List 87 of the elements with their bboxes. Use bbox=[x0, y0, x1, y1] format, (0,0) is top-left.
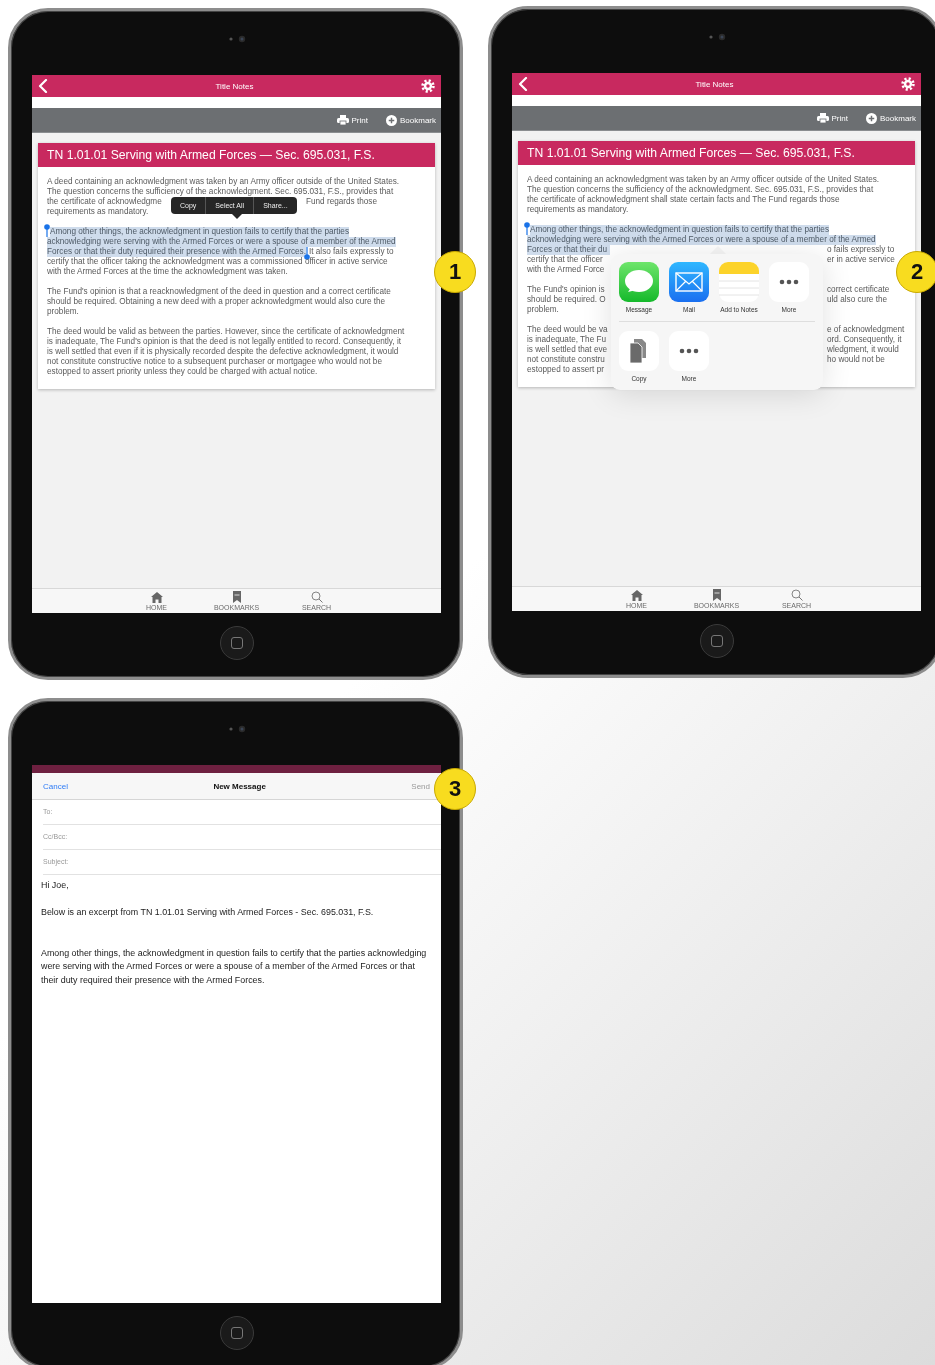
paragraph-text: The Fund's opinion is that a reacknowledgment of the deed in question and a correct certificate bbox=[47, 287, 391, 297]
search-icon bbox=[310, 591, 323, 603]
paragraph-text: estopped to assert priority unless they could be charged with actual notice. bbox=[47, 367, 318, 377]
paragraph-text: with the Armed Force bbox=[527, 265, 605, 275]
paragraph-text: Fund regards those bbox=[306, 197, 377, 207]
paragraph-text: is well settled that even if it is physically recorded despite the defective acknowledgment, it would bbox=[47, 347, 399, 357]
paragraph-text: It also fails expressly to bbox=[308, 247, 394, 257]
step-badge: 3 bbox=[434, 768, 476, 810]
paragraph-text: should be required. O bbox=[527, 295, 607, 305]
paragraph-text: ho would not be bbox=[827, 355, 885, 365]
cancel-button[interactable]: Cancel bbox=[43, 781, 68, 791]
home-icon bbox=[150, 591, 163, 603]
paragraph-text: is inadequate, The Fu bbox=[527, 335, 608, 345]
envelope-icon bbox=[669, 262, 709, 302]
camera-icon bbox=[227, 35, 246, 43]
paragraph-text: wledgment, it would bbox=[827, 345, 899, 355]
ellipsis-icon bbox=[769, 262, 809, 302]
back-icon[interactable] bbox=[38, 79, 48, 93]
bookmark-button[interactable]: Bookmark bbox=[865, 112, 917, 124]
selection-handle[interactable] bbox=[524, 222, 530, 235]
home-button[interactable] bbox=[219, 1316, 254, 1350]
selection-handle[interactable] bbox=[44, 224, 50, 237]
paragraph-text: problem. bbox=[527, 305, 559, 315]
selected-text: acknowledging were serving with the Armed Forces or were a spouse of a member of the Armed bbox=[527, 235, 876, 245]
paragraph-text: the certificate of acknowledgment shall state certain facts and The Fund regards those bbox=[527, 195, 840, 205]
paragraph-text: not constitute constru bbox=[527, 355, 606, 365]
printer-icon bbox=[816, 113, 829, 123]
paragraph-text: certify that the officer taking the acknowledgment was a commissioned officer in active service bbox=[47, 257, 388, 267]
paragraph-text: not constitute constructive notice to a subsequent purchaser or mortgagee who would not be bbox=[47, 357, 382, 367]
paragraph-text: The deed would be valid as between the parties. However, since the certificate of acknowledgment bbox=[47, 327, 405, 337]
card-title: TN 1.01.01 Serving with Armed Forces — Sec. 695.031, F.S. bbox=[38, 143, 435, 167]
selected-text: Forces or that their du bbox=[527, 245, 610, 255]
paragraph-text: er in active service bbox=[827, 255, 895, 265]
paragraph-text: certify that the officer bbox=[527, 255, 604, 265]
bookmark-icon bbox=[232, 591, 241, 603]
home-button[interactable] bbox=[219, 626, 254, 660]
sheet-title: New Message bbox=[213, 781, 266, 791]
paragraph-text: requirements as mandatory. bbox=[47, 207, 149, 217]
selected-text: Among other things, the acknowledgment in question fails to certify that the parties bbox=[50, 227, 349, 237]
ellipsis-icon bbox=[669, 331, 709, 371]
home-button[interactable] bbox=[699, 624, 734, 658]
paragraph-text: with the Armed Forces at the time the acknowledgment was taken. bbox=[47, 267, 288, 277]
camera-icon bbox=[227, 725, 246, 733]
paragraph-text: the certificate of acknowledgme bbox=[47, 197, 163, 207]
message-text: Among other things, the acknowledgment in question fails to certify that the parties acknowledging were serving with the Armed Forces or were a spouse of a member of the Armed Forces or that their duty required their presence with the Armed Forces. bbox=[41, 946, 428, 987]
documents-icon bbox=[619, 331, 659, 371]
paragraph-text: is inadequate, The Fund's opinion is that the deed is not legally entitled to record. Consequently, it bbox=[47, 337, 401, 347]
paragraph-text: e of acknowledgment bbox=[827, 325, 905, 335]
search-icon bbox=[790, 589, 803, 601]
plus-circle-icon bbox=[386, 114, 397, 126]
speech-bubble-icon bbox=[619, 262, 659, 302]
settings-icon[interactable] bbox=[901, 77, 915, 91]
paragraph-text: problem. bbox=[47, 307, 79, 317]
selected-text: Among other things, the acknowledgment in question fails to certify that the parties bbox=[530, 225, 829, 235]
paragraph-text: uld also cure the bbox=[827, 295, 888, 305]
paragraph-text: A deed containing an acknowledgment was taken by an Army officer outside of the United States. bbox=[527, 175, 880, 185]
paragraph-text: should be required. Obtaining a new deed with a proper acknowledgment would also cure the bbox=[47, 297, 386, 307]
paragraph-text: A deed containing an acknowledgment was taken by an Army officer outside of the United States. bbox=[47, 177, 400, 187]
paragraph-text: The Fund's opinion is bbox=[527, 285, 606, 295]
settings-icon[interactable] bbox=[421, 79, 435, 93]
notepad-icon bbox=[719, 262, 759, 302]
paragraph-text: o fails expressly to bbox=[827, 245, 895, 255]
card-title: TN 1.01.01 Serving with Armed Forces — Sec. 695.031, F.S. bbox=[518, 141, 915, 165]
plus-circle-icon bbox=[866, 112, 877, 124]
paragraph-text: requirements as mandatory. bbox=[527, 205, 629, 215]
paragraph-text: The question concerns the sufficiency of the acknowledgment. Sec. 695.031, F.S., provides that bbox=[527, 185, 874, 195]
bookmark-icon bbox=[712, 589, 721, 601]
paragraph-text: estopped to assert pr bbox=[527, 365, 604, 375]
message-text: Hi Joe, bbox=[41, 879, 70, 892]
step-badge: 1 bbox=[434, 251, 476, 293]
bookmark-button[interactable]: Bookmark bbox=[385, 114, 437, 126]
print-button[interactable]: Print bbox=[815, 113, 849, 123]
printer-icon bbox=[336, 115, 349, 125]
paragraph-text: The question concerns the sufficiency of the acknowledgment. Sec. 695.031, F.S., provides that bbox=[47, 187, 394, 197]
paragraph-text: correct certificate bbox=[827, 285, 890, 295]
screen-title: Title Notes bbox=[695, 79, 734, 89]
selected-text: Forces or that their duty required their presence with the Armed Forces. bbox=[47, 247, 306, 257]
paragraph-text: ord. Consequently, it bbox=[827, 335, 902, 345]
paragraph-text: is well settled that eve bbox=[527, 345, 609, 355]
screen-title: Title Notes bbox=[215, 81, 254, 91]
selected-text: acknowledging were serving with the Armed Forces or were a spouse of a member of the Armed bbox=[47, 237, 396, 247]
print-button[interactable]: Print bbox=[335, 115, 369, 125]
back-icon[interactable] bbox=[518, 77, 528, 91]
message-text: Below is an excerpt from TN 1.01.01 Serving with Armed Forces - Sec. 695.031, F.S. bbox=[41, 906, 375, 919]
paragraph-text: The deed would be va bbox=[527, 325, 609, 335]
camera-icon bbox=[707, 33, 726, 41]
home-icon bbox=[630, 589, 643, 601]
